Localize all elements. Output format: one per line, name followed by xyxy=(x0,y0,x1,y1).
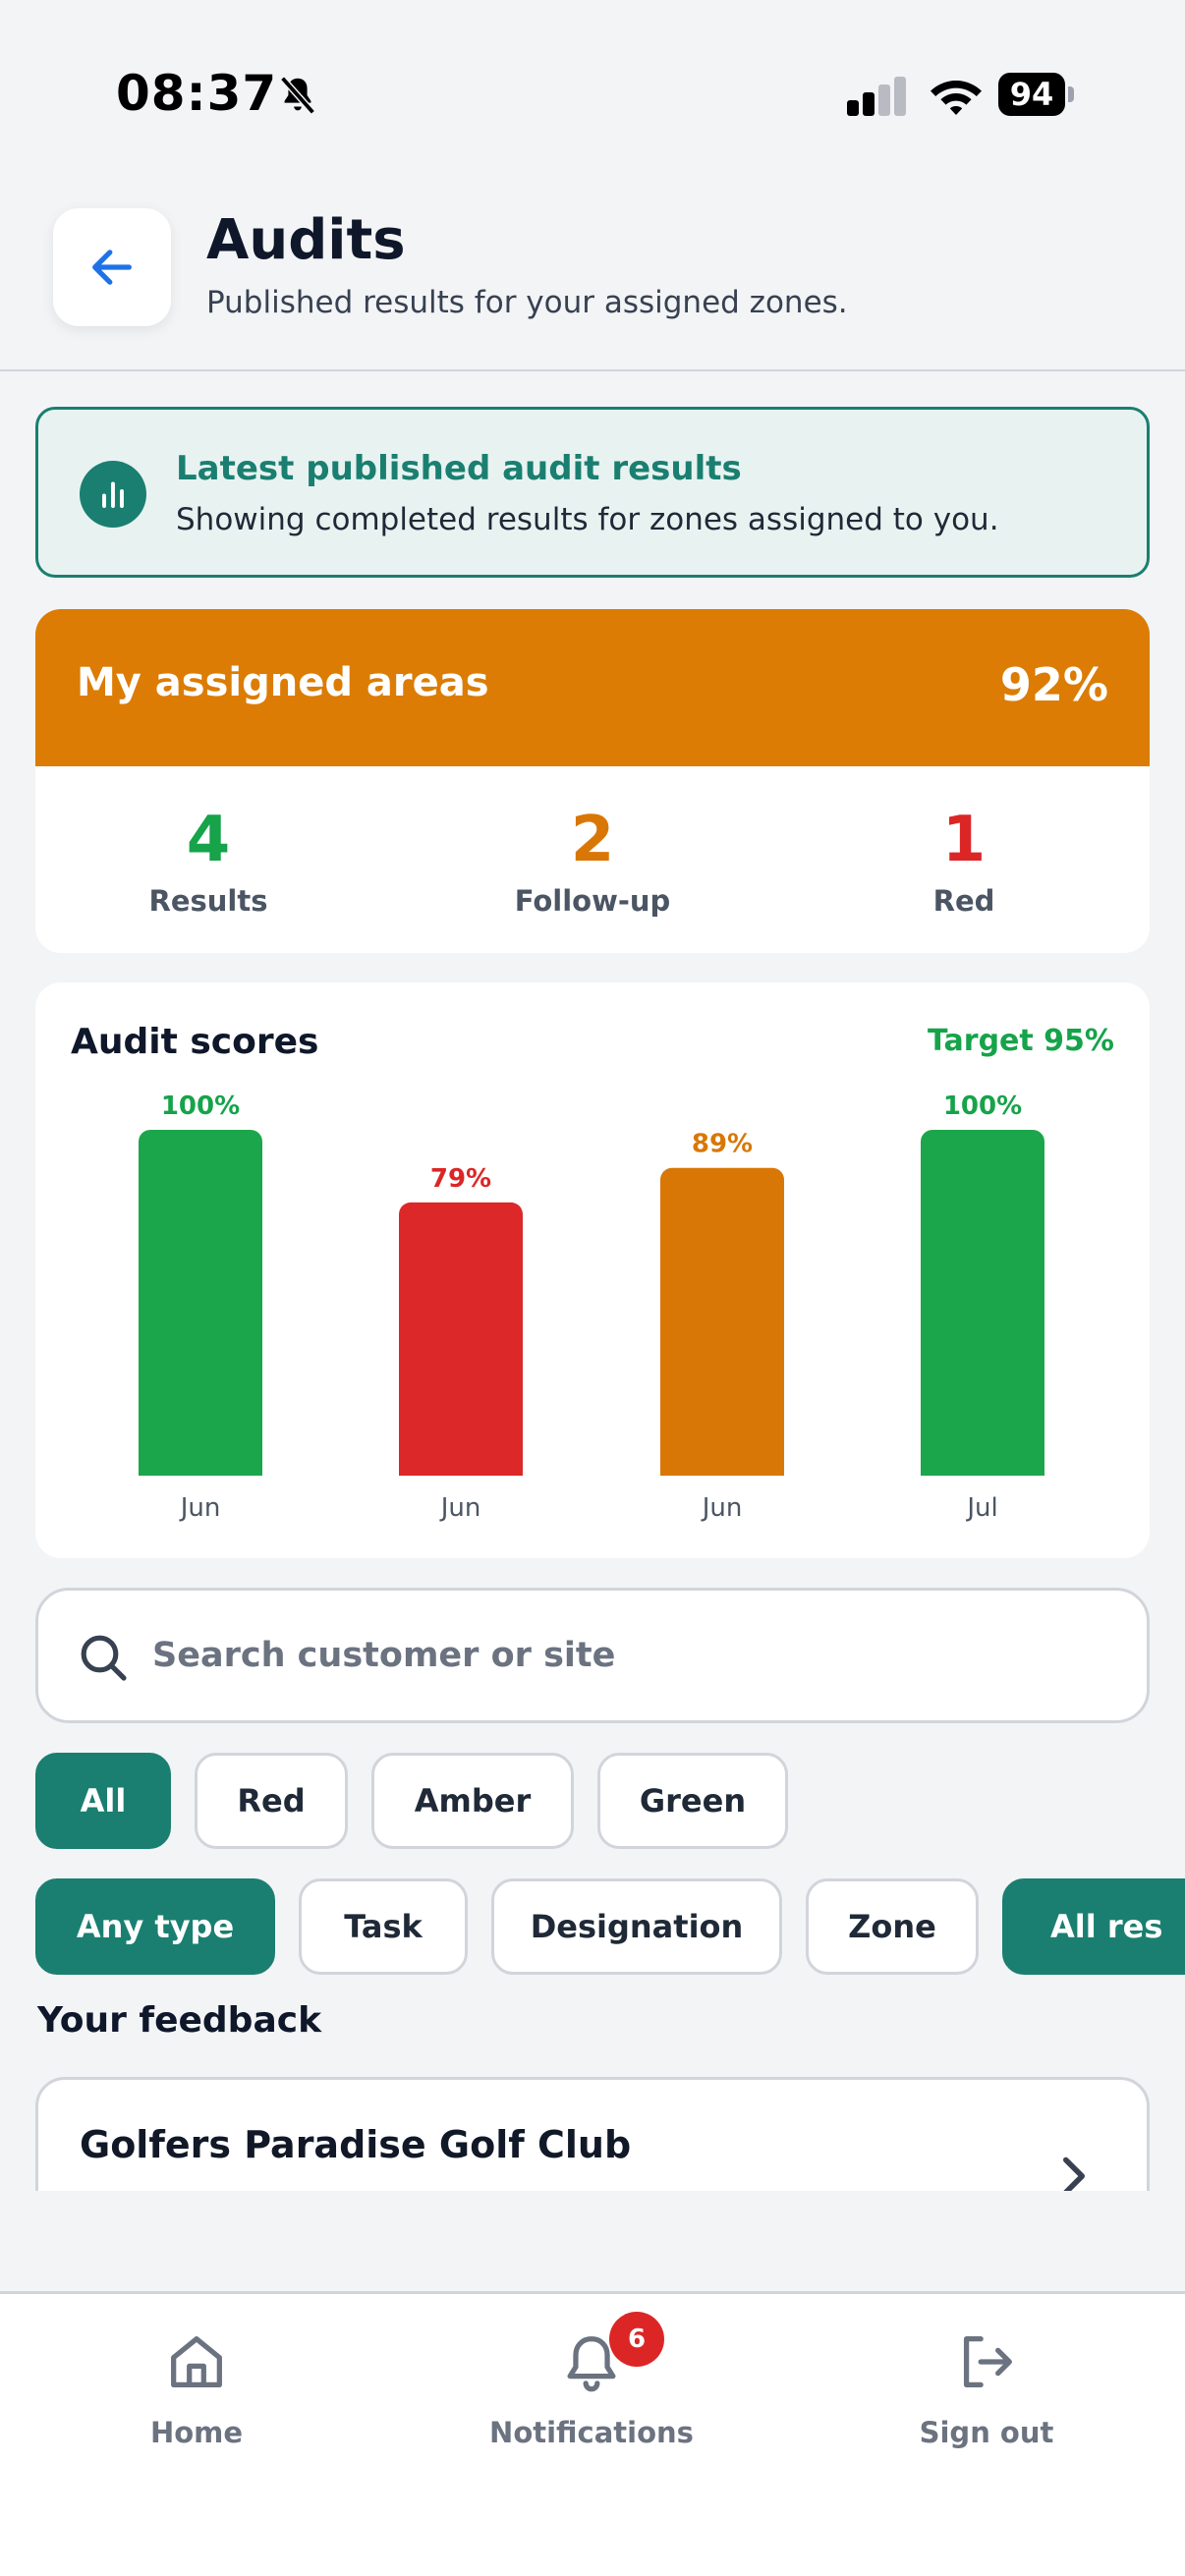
page-header: Audits Published results for your assign… xyxy=(0,187,1185,371)
summary-header: My assigned areas 92% xyxy=(35,609,1150,766)
cellular-signal-icon xyxy=(847,77,906,116)
stat-value: 2 xyxy=(570,804,615,876)
chart-x-tick-label: Jun xyxy=(179,1493,221,1523)
page-title: Audits xyxy=(206,208,406,272)
chart-value-label: 100% xyxy=(943,1092,1022,1121)
nav-home[interactable]: Home xyxy=(49,2327,344,2449)
chart-title: Audit scores xyxy=(71,1022,319,1062)
info-banner-text: Showing completed results for zones assi… xyxy=(176,502,999,537)
chart-target-label: Target 95% xyxy=(927,1024,1114,1058)
filter-chip-all-results[interactable]: All res xyxy=(1002,1878,1185,1975)
nav-sign-out[interactable]: Sign out xyxy=(839,2327,1134,2449)
status-bar: 08:37 94 xyxy=(0,0,1185,187)
audit-scores-chart: 100% Jun 79% Jun 89% Jun 100% Jul xyxy=(139,1092,1044,1523)
page-subtitle: Published results for your assigned zone… xyxy=(206,285,848,320)
chart-bar-base xyxy=(921,1462,1044,1476)
battery-tip xyxy=(1068,86,1074,102)
filter-chip-task[interactable]: Task xyxy=(299,1878,468,1975)
chart-x-tick-label: Jun xyxy=(439,1493,481,1523)
feedback-list: Golfers Paradise Golf Club xyxy=(35,2077,1150,2191)
filter-chip-any-type[interactable]: Any type xyxy=(35,1878,275,1975)
bottom-navigation: Home 6 Notifications Sign out xyxy=(0,2291,1185,2576)
bar-chart-icon xyxy=(80,461,146,528)
chart-value-label: 79% xyxy=(430,1164,491,1194)
battery-level: 94 xyxy=(998,73,1065,116)
filter-chip-all[interactable]: All xyxy=(35,1753,171,1849)
chart-bar xyxy=(660,1167,784,1476)
summary-title: My assigned areas xyxy=(77,660,489,705)
chart-bar xyxy=(399,1202,523,1476)
filter-chip-amber[interactable]: Amber xyxy=(371,1753,574,1849)
search-icon xyxy=(81,1635,127,1681)
stat-label: Results xyxy=(148,884,268,918)
type-filter-row: Any type Task Designation Zone All res xyxy=(35,1878,1185,1977)
stat-follow-up: 2 Follow-up xyxy=(445,806,740,918)
bell-muted-icon xyxy=(280,76,315,115)
info-banner-title: Latest published audit results xyxy=(176,449,742,488)
search-box[interactable] xyxy=(35,1588,1150,1723)
stat-label: Follow-up xyxy=(514,884,671,918)
audit-scores-chart-card: 100% Jun 79% Jun 89% Jun 100% Jul Audit scores … xyxy=(35,982,1150,1558)
sign-out-icon xyxy=(963,2336,1012,2387)
battery-indicator: 94 xyxy=(998,73,1075,116)
search-input[interactable] xyxy=(152,1624,1096,1687)
feedback-section-title: Your feedback xyxy=(37,2000,322,2041)
chart-value-label: 89% xyxy=(692,1130,753,1159)
wifi-icon xyxy=(931,81,982,115)
filter-chip-green[interactable]: Green xyxy=(597,1753,788,1849)
arrow-left-icon xyxy=(92,250,132,285)
stat-results: 4 Results xyxy=(61,806,356,918)
stat-value: 4 xyxy=(186,804,231,876)
stat-value: 1 xyxy=(941,804,987,876)
nav-label: Notifications xyxy=(489,2416,694,2449)
chart-bar-base xyxy=(660,1462,784,1476)
chart-bar xyxy=(139,1130,262,1476)
chart-bar-base xyxy=(399,1462,523,1476)
chevron-right-icon xyxy=(1063,2156,1085,2191)
stat-red: 1 Red xyxy=(817,806,1111,918)
nav-notifications[interactable]: 6 Notifications xyxy=(444,2312,739,2449)
chart-x-tick-label: Jun xyxy=(701,1493,743,1523)
status-time: 08:37 xyxy=(116,65,278,122)
home-icon xyxy=(171,2336,222,2387)
info-banner: Latest published audit results Showing c… xyxy=(35,407,1150,578)
feedback-item-name: Golfers Paradise Golf Club xyxy=(80,2123,632,2166)
back-button[interactable] xyxy=(53,208,171,326)
status-filter-row: All Red Amber Green xyxy=(35,1753,1185,1851)
chart-bar xyxy=(921,1130,1044,1476)
chart-x-tick-label: Jul xyxy=(965,1493,997,1523)
nav-label: Sign out xyxy=(919,2416,1054,2449)
feedback-item[interactable]: Golfers Paradise Golf Club xyxy=(35,2077,1150,2191)
chart-value-label: 100% xyxy=(161,1092,240,1121)
filter-chip-designation[interactable]: Designation xyxy=(491,1878,782,1975)
nav-label: Home xyxy=(149,2416,244,2449)
filter-chip-zone[interactable]: Zone xyxy=(806,1878,979,1975)
filter-chip-red[interactable]: Red xyxy=(195,1753,348,1849)
stat-label: Red xyxy=(932,884,995,918)
summary-percent: 92% xyxy=(999,658,1108,711)
notification-badge: 6 xyxy=(609,2312,664,2367)
chart-bar-base xyxy=(139,1462,262,1476)
assigned-areas-summary-card: My assigned areas 92% 4 Results 2 Follow… xyxy=(35,609,1150,953)
